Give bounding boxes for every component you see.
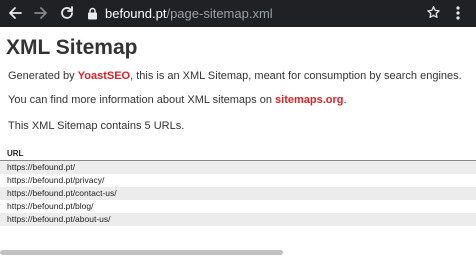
- table-row[interactable]: https://befound.pt/contact-us/: [0, 187, 476, 200]
- url-table: https://befound.pt/ https://befound.pt/p…: [0, 161, 476, 226]
- address-bar[interactable]: befound.pt/page-sitemap.xml: [84, 2, 456, 24]
- url-count-text: This XML Sitemap contains 5 URLs.: [8, 120, 185, 132]
- table-row[interactable]: https://befound.pt/privacy/: [0, 174, 476, 187]
- page-content: XML Sitemap Generated by YoastSEO, this …: [0, 27, 476, 256]
- info-prefix: You can find more information about XML …: [8, 94, 276, 106]
- star-icon[interactable]: [426, 3, 444, 23]
- url-host: befound.pt: [105, 5, 167, 21]
- intro-text: Generated by YoastSEO, this is an XML Si…: [8, 70, 462, 82]
- page-title: XML Sitemap: [6, 36, 138, 59]
- info-suffix: .: [343, 94, 347, 106]
- back-arrow-icon[interactable]: [4, 3, 26, 23]
- kebab-menu-icon[interactable]: [455, 3, 469, 23]
- table-row[interactable]: https://befound.pt/: [0, 161, 476, 174]
- url-path: /page-sitemap.xml: [166, 5, 273, 21]
- yoastseo-link[interactable]: YoastSEO: [78, 70, 130, 82]
- table-row[interactable]: https://befound.pt/blog/: [0, 200, 476, 213]
- table-row[interactable]: https://befound.pt/about-us/: [0, 213, 476, 226]
- url-column-header: URL: [7, 149, 24, 158]
- forward-arrow-icon[interactable]: [30, 3, 52, 23]
- reload-icon[interactable]: [56, 3, 78, 23]
- intro-suffix: , this is an XML Sitemap, meant for cons…: [130, 70, 462, 82]
- info-text: You can find more information about XML …: [8, 94, 347, 106]
- lock-icon[interactable]: [84, 2, 100, 24]
- sitemaps-org-link[interactable]: sitemaps.org: [275, 94, 343, 106]
- intro-prefix: Generated by: [8, 70, 78, 82]
- browser-toolbar: befound.pt/page-sitemap.xml: [0, 0, 476, 27]
- scrollbar-thumb[interactable]: [0, 250, 283, 255]
